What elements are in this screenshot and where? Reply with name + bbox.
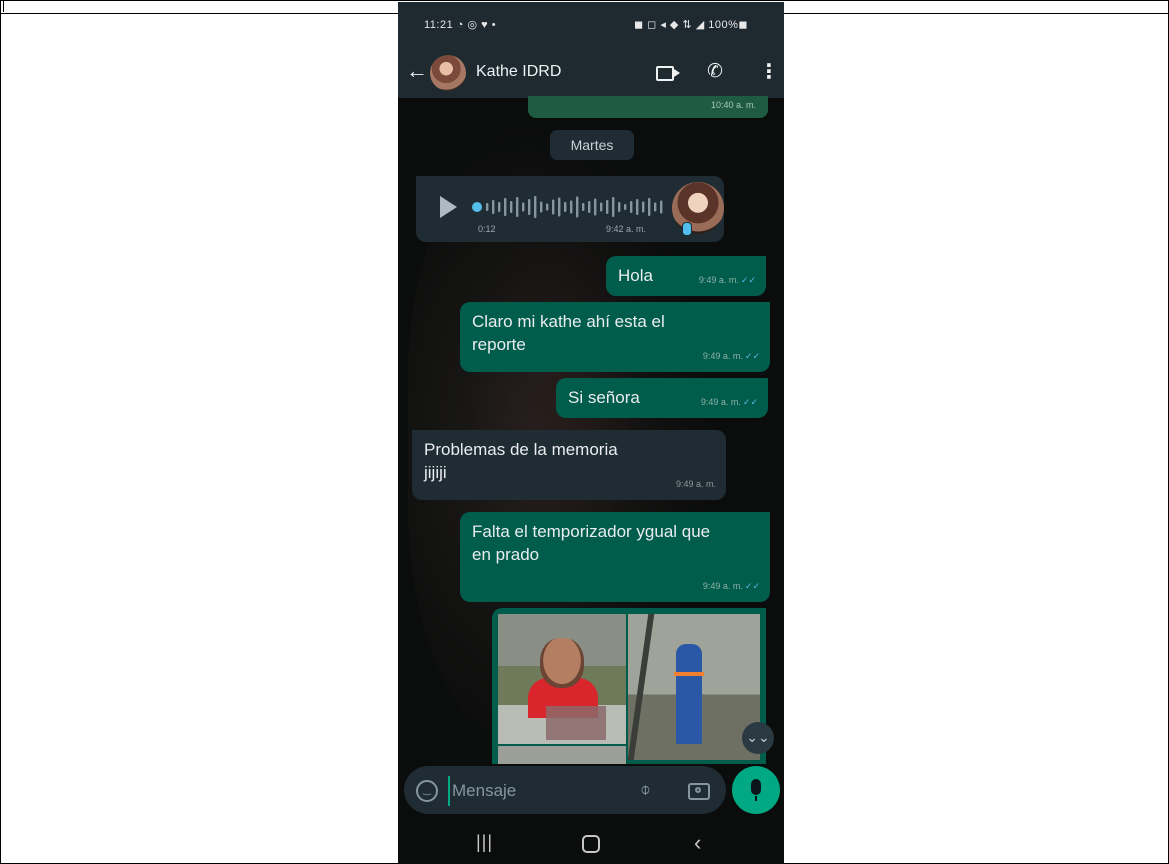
waveform-bar [552, 199, 555, 215]
waveform-bar [600, 202, 603, 212]
voice-record-button[interactable] [732, 766, 780, 814]
message-text: Falta el temporizador ygual que en prado [472, 522, 711, 564]
photo-subject-face [540, 638, 584, 688]
camera-icon[interactable] [688, 783, 710, 800]
photo-thumbnail[interactable] [628, 614, 760, 760]
waveform-bar [660, 200, 663, 214]
waveform-bar [582, 203, 585, 211]
waveform-bar [558, 197, 561, 217]
phone-call-icon[interactable]: ✆ [707, 60, 723, 83]
waveform-bar [594, 198, 597, 216]
waveform-bar [606, 200, 609, 214]
read-checks-icon: ✓✓ [742, 397, 758, 407]
waveform-bar [498, 202, 501, 212]
message-bubble[interactable]: Problemas de la memoria jijiji 9:49 a. m… [412, 430, 726, 500]
waveform-bar [510, 201, 513, 213]
message-meta: 9:49 a. m. [676, 473, 716, 496]
attach-clip-icon[interactable]: ⌽ [640, 779, 651, 800]
waveform-bar [618, 202, 621, 212]
message-text: Claro mi kathe ahí esta el reporte [472, 312, 665, 354]
message-time: 9:42 a. m. [606, 224, 647, 234]
audio-waveform[interactable] [486, 194, 666, 220]
photo-pole [628, 614, 655, 760]
message-text: Problemas de la memoria jijiji [424, 440, 618, 482]
waveform-bar [534, 196, 537, 218]
read-checks-icon: ✓✓ [744, 351, 760, 361]
message-bubble[interactable]: Claro mi kathe ahí esta el reporte 9:49 … [460, 302, 770, 372]
message-time: 10:40 a. m. [710, 100, 756, 110]
back-arrow-icon[interactable]: ← [406, 58, 428, 84]
contact-name[interactable]: Kathe IDRD [476, 63, 561, 81]
message-time: 9:49 a. m. [702, 581, 743, 591]
waveform-bar [570, 200, 573, 214]
waveform-bar [630, 201, 633, 213]
photo-thumbnail[interactable] [498, 614, 626, 744]
photo-worker [676, 644, 702, 744]
status-indicators: ◼ ◻ ◂ ◆ ⇅ ◢ 100%◼ [633, 19, 748, 31]
waveform-bar [516, 197, 519, 217]
frame-corner-mark [3, 0, 4, 12]
date-separator: Martes [550, 130, 634, 160]
waveform-bar [636, 199, 639, 215]
photo-thumbnail[interactable] [498, 746, 626, 764]
voice-note-duration: 0:12 [478, 224, 496, 234]
photo-caption-card [546, 706, 606, 740]
waveform-bar [504, 198, 507, 216]
message-meta: 9:49 a. m. ✓✓ [701, 391, 758, 414]
microphone-stand [755, 796, 757, 801]
microphone-icon [751, 779, 761, 795]
message-bubble[interactable]: Falta el temporizador ygual que en prado… [460, 512, 770, 602]
waveform-bar [612, 197, 615, 217]
emoji-icon[interactable]: ‿ [416, 780, 438, 802]
message-meta: 9:49 a. m. ✓✓ [703, 575, 760, 598]
waveform-bar [546, 203, 549, 211]
waveform-bar [654, 202, 657, 212]
contact-avatar[interactable] [430, 55, 466, 91]
waveform-bar [540, 201, 543, 213]
message-composer: ‿ ⌽ [404, 766, 726, 814]
system-navigation-bar: ||| ‹ [398, 824, 784, 864]
read-checks-icon: ✓✓ [740, 275, 756, 285]
message-meta: 9:49 a. m. ✓✓ [699, 269, 756, 292]
waveform-bar [648, 198, 651, 216]
sender-avatar [672, 182, 724, 234]
recent-apps-icon[interactable]: ||| [476, 832, 493, 853]
video-call-icon[interactable] [656, 66, 680, 81]
waveform-bar [522, 202, 525, 212]
chat-header: ← Kathe IDRD ✆ ⋮ [398, 48, 784, 98]
status-time: 11:21 ◔ ◎ ♥ • [424, 19, 497, 31]
photo-album-bubble[interactable] [492, 608, 766, 764]
waveform-bar [642, 201, 645, 213]
home-icon[interactable] [582, 835, 600, 853]
photo-reflective-stripe [674, 672, 704, 676]
message-bubble[interactable]: Si señora 9:49 a. m. ✓✓ [556, 378, 768, 418]
nav-back-icon[interactable]: ‹ [694, 830, 701, 856]
message-time: 9:49 a. m. [702, 351, 743, 361]
waveform-bar [486, 203, 489, 211]
waveform-bar [528, 199, 531, 215]
phone-screen: 11:21 ◔ ◎ ♥ • ◼ ◻ ◂ ◆ ⇅ ◢ 100%◼ ← Kathe … [398, 2, 784, 864]
microphone-badge-icon [682, 222, 692, 236]
playback-position-dot[interactable] [472, 202, 482, 212]
message-time: 9:49 a. m. [698, 275, 739, 285]
waveform-bar [624, 204, 627, 210]
message-bubble[interactable]: Hola 9:49 a. m. ✓✓ [606, 256, 766, 296]
previous-message-bubble: 10:40 a. m. [528, 96, 768, 118]
status-bar: 11:21 ◔ ◎ ♥ • ◼ ◻ ◂ ◆ ⇅ ◢ 100%◼ [398, 2, 784, 48]
read-checks-icon: ✓✓ [744, 581, 760, 591]
play-icon[interactable] [440, 196, 457, 218]
message-time: 9:49 a. m. [675, 479, 716, 489]
message-input[interactable] [448, 776, 634, 806]
message-time: 9:49 a. m. [700, 397, 741, 407]
waveform-bar [576, 196, 579, 218]
waveform-bar [492, 200, 495, 214]
scroll-to-bottom-icon[interactable]: ⌄⌄ [742, 722, 774, 754]
voice-note-bubble[interactable]: 0:12 9:42 a. m. [416, 176, 724, 242]
waveform-bar [564, 202, 567, 212]
waveform-bar [588, 201, 591, 213]
message-meta: 9:49 a. m. ✓✓ [703, 345, 760, 368]
more-options-icon[interactable]: ⋮ [759, 59, 779, 84]
